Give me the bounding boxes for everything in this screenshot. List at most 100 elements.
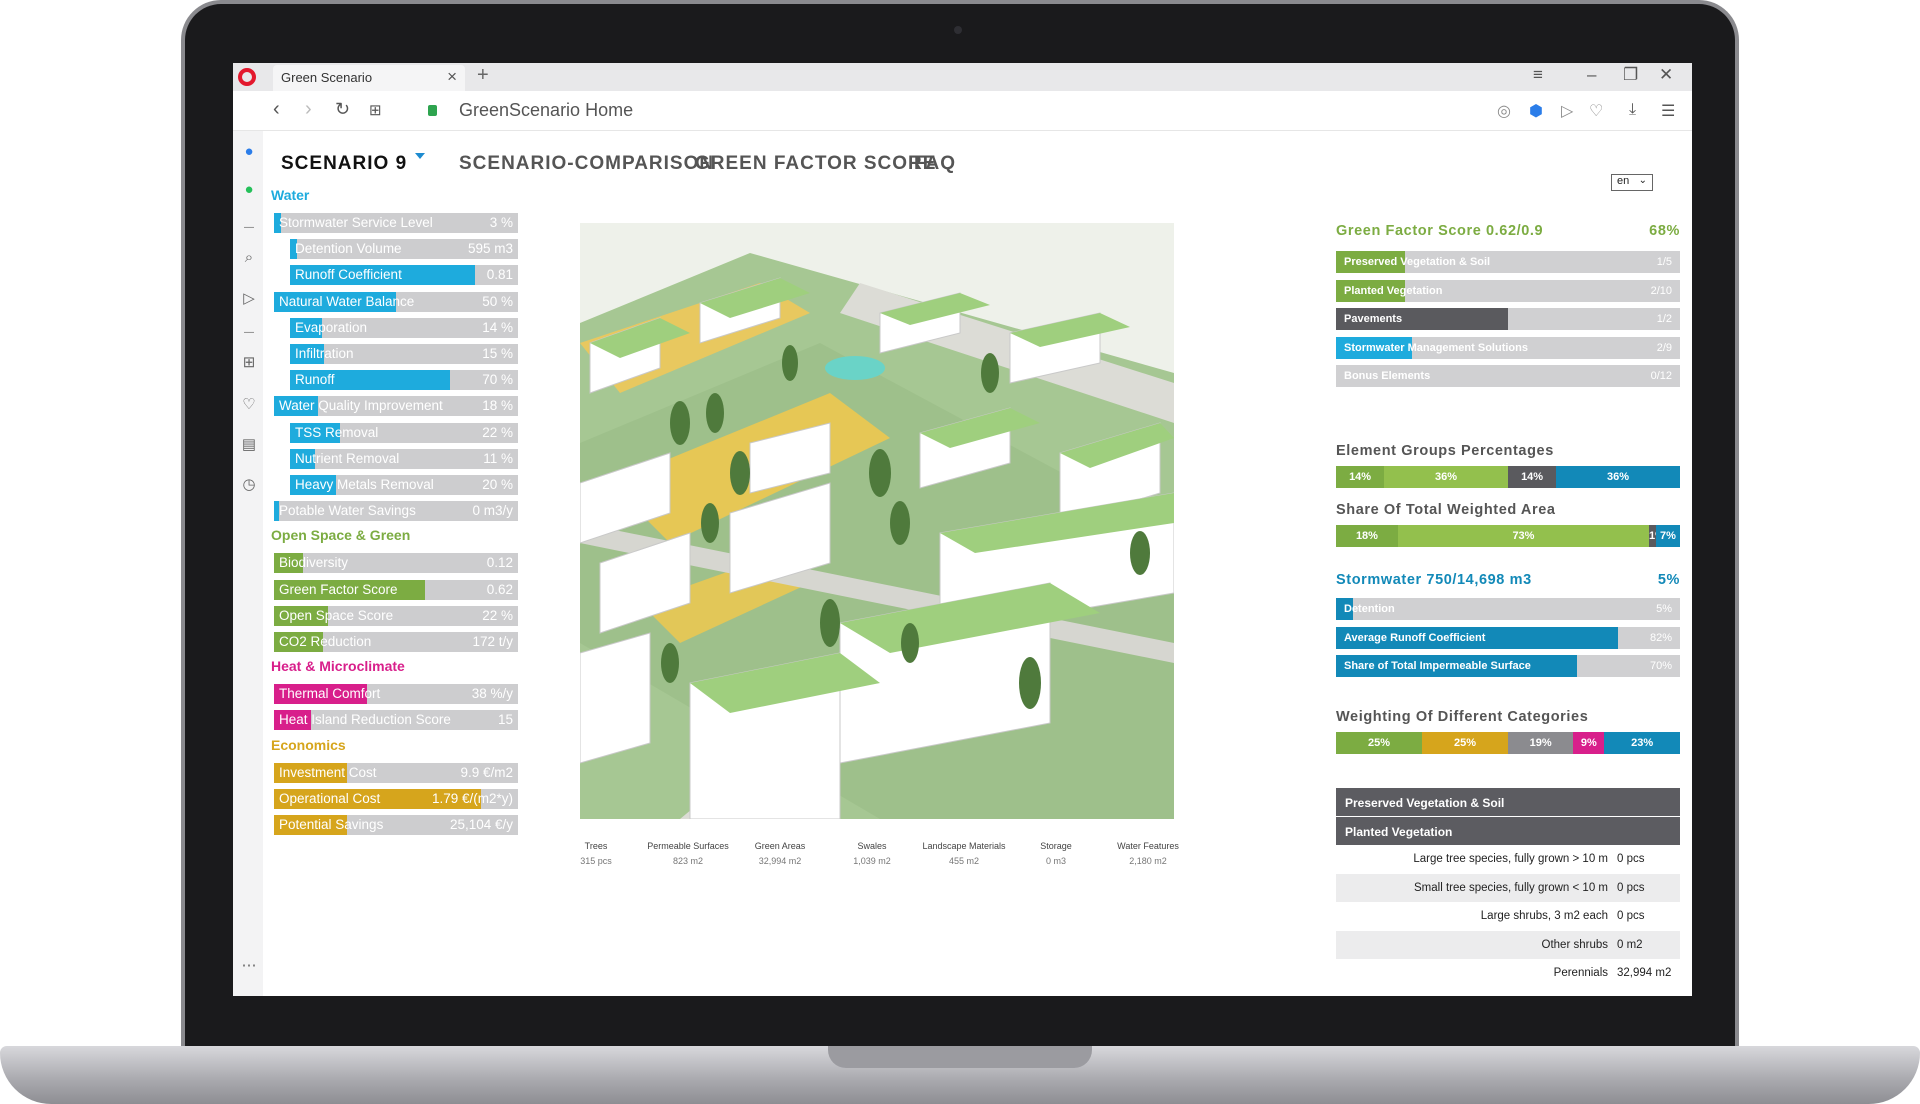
score-label: Planted Vegetation [1344,284,1443,297]
history-icon[interactable]: ◷ [239,475,259,495]
heart-icon[interactable]: ♡ [1589,101,1603,121]
metric-value: 38 %/y [471,686,513,702]
tab-close-icon[interactable]: × [447,67,457,87]
stacked-segment: 14% [1508,466,1557,488]
metric-bar[interactable]: Water Quality Improvement 18 % [274,396,518,417]
score-value: 82% [1649,631,1672,644]
legend-item: Storage 0 m3 [1011,841,1101,866]
metric-bar[interactable]: Investment Cost 9.9 €/m2 [274,762,518,783]
metric-bar[interactable]: TSS Removal 22 % [290,422,518,443]
camera-icon [954,26,962,34]
whatsapp-icon[interactable]: ● [239,180,259,200]
heart-icon[interactable]: ♡ [239,395,259,415]
section-title: Element Groups Percentages [1336,443,1680,459]
scenario-dropdown-icon[interactable] [415,153,426,159]
easy-setup-icon[interactable]: ☰ [1661,101,1675,121]
browser-tab[interactable]: Green Scenario × [273,65,465,91]
score-value: 70% [1649,660,1672,672]
metric-bar[interactable]: Potable Water Savings 0 m3/y [274,501,518,522]
laptop-notch [828,1046,1092,1068]
chevron-down-icon: ⌄ [1638,175,1647,186]
metric-label: Green Factor Score [279,581,398,597]
metric-bar[interactable]: Nutrient Removal 11 % [290,448,518,469]
stacked-segment: 14% [1336,466,1385,488]
metric-bar[interactable]: Runoff Coefficient 0.81 [290,265,518,286]
tab-menu-icon[interactable]: ≡ [1533,65,1543,85]
shield-icon[interactable]: ⬢ [1529,101,1543,121]
legend-value: 823 m2 [672,856,704,866]
score-bar[interactable]: Stormwater Management Solutions 2/9 [1336,336,1680,359]
search-icon[interactable]: ⌕ [239,248,259,268]
nav-faq[interactable]: FAQ [914,153,956,175]
score-bar[interactable]: Detention 5% [1336,598,1680,620]
section-title: Share Of Total Weighted Area [1336,502,1680,518]
score-bar[interactable]: Planted Vegetation 2/10 [1336,279,1680,302]
speed-dial-icon[interactable]: ⊞ [369,101,382,119]
metric-value: 11 % [483,450,513,466]
metric-bar[interactable]: Operational Cost 1.79 €/(m2*y) [274,788,518,809]
stacked-segment: 7% [1655,525,1680,547]
table-item: Small tree species, fully grown < 10 m [1414,881,1608,894]
close-window-icon[interactable]: ✕ [1659,65,1673,85]
section-title: Economics [271,736,346,753]
table-row: Large shrubs, 3 m2 each 0 pcs [1336,902,1680,930]
reload-icon[interactable]: ↻ [335,99,350,120]
forward-icon[interactable]: › [305,98,312,121]
address-bar: ‹ › ↻ ⊞ GreenScenario Home ◎ ⬢ ▷ ♡ ⤓ ☰ [233,91,1692,131]
nav-green-factor-score[interactable]: GREEN FACTOR SCORE [695,153,936,175]
metric-bar[interactable]: Potential Savings 25,104 €/y [274,815,518,835]
metric-bar[interactable]: Heavy Metals Removal 20 % [290,475,518,495]
scenario-3d-map[interactable] [580,223,1174,819]
messenger-icon[interactable]: ● [239,142,259,162]
score-bar[interactable]: Share of Total Impermeable Surface 70% [1336,655,1680,677]
score-label: Average Runoff Coefficient [1344,631,1486,644]
restore-icon[interactable]: ❐ [1623,65,1638,85]
metric-bar[interactable]: Open Space Score 22 % [274,605,518,626]
section-title-text: Green Factor Score 0.62/0.9 [1336,223,1544,239]
metric-label: Heavy Metals Removal [295,477,434,492]
metric-bar[interactable]: Natural Water Balance 50 % [274,291,518,312]
nav-scenario-comparison[interactable]: SCENARIO-COMPARISON [459,153,714,175]
new-tab-icon[interactable]: + [477,64,489,87]
more-icon[interactable]: ⋯ [239,956,259,976]
nav-scenario[interactable]: SCENARIO 9 [281,153,426,175]
metric-label: Potable Water Savings [279,503,416,519]
download-icon[interactable]: ⤓ [1629,101,1636,119]
opera-logo-icon[interactable] [238,68,256,86]
metric-bar[interactable]: Green Factor Score 0.62 [274,579,518,600]
send-icon[interactable]: ▷ [239,289,259,309]
metric-label: Potential Savings [279,817,384,832]
back-icon[interactable]: ‹ [273,98,280,121]
metric-bar[interactable]: Detention Volume 595 m3 [290,239,518,260]
news-icon[interactable]: ▤ [239,435,259,455]
metric-bar[interactable]: Stormwater Service Level 3 % [274,213,518,233]
legend-name: Storage [1040,841,1072,851]
speed-dial-icon[interactable]: ⊞ [239,353,259,373]
score-bar[interactable]: Pavements 1/2 [1336,308,1680,330]
metric-bar[interactable]: Runoff 70 % [290,370,518,391]
url-field[interactable]: GreenScenario Home [459,100,633,121]
score-bar[interactable]: Preserved Vegetation & Soil 1/5 [1336,251,1680,273]
table-header[interactable]: Preserved Vegetation & Soil [1336,788,1680,816]
metric-label: Evaporation [295,319,368,335]
metric-bar[interactable]: Biodiversity 0.12 [274,553,518,574]
score-bar[interactable]: Average Runoff Coefficient 82% [1336,626,1680,649]
city-model-image [580,223,1174,819]
table-header[interactable]: Planted Vegetation [1336,817,1680,845]
section-title-text: Stormwater 750/14,698 m3 [1336,572,1532,588]
tab-title: Green Scenario [281,70,373,85]
minimize-icon[interactable]: – [1587,65,1596,85]
metric-bar[interactable]: Heat Island Reduction Score 15 [274,710,518,731]
stacked-segment: 19% [1508,732,1574,754]
send-icon[interactable]: ▷ [1561,101,1573,121]
language-select[interactable]: en ⌄ [1611,174,1653,191]
score-bar[interactable]: Bonus Elements 0/12 [1336,365,1680,387]
score-label: Preserved Vegetation & Soil [1344,256,1491,268]
section-percent: 68% [1649,223,1680,239]
stacked-segment: 36% [1384,466,1508,488]
metric-bar[interactable]: CO2 Reduction 172 t/y [274,632,518,652]
metric-bar[interactable]: Thermal Comfort 38 %/y [274,684,518,705]
metric-bar[interactable]: Evaporation 14 % [290,317,518,338]
camera-snapshot-icon[interactable]: ◎ [1497,101,1511,121]
metric-bar[interactable]: Infiltration 15 % [290,344,518,364]
